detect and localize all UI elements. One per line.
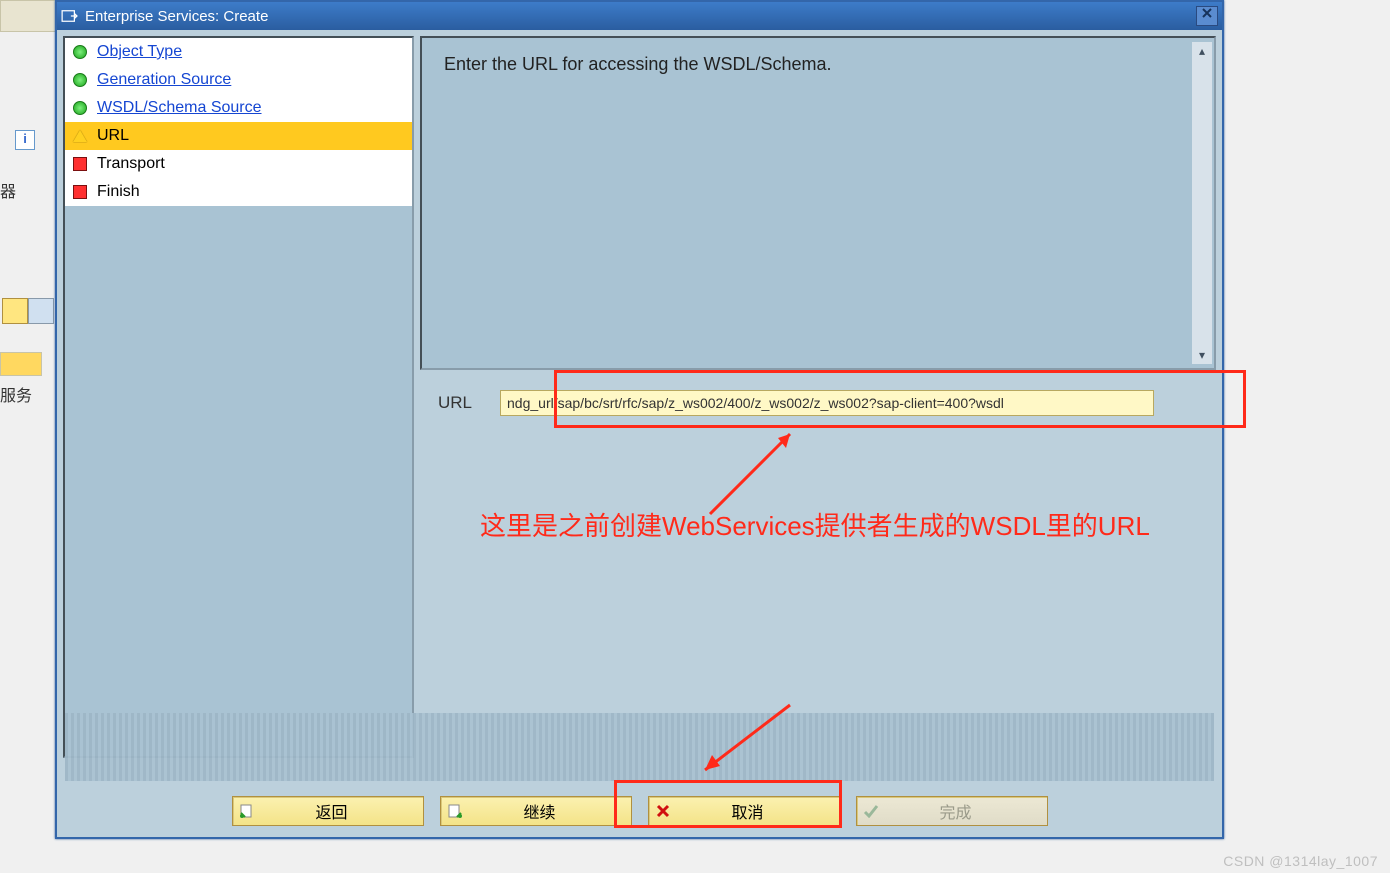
status-pending-icon <box>73 157 87 171</box>
dialog-icon <box>61 9 79 23</box>
button-label: 继续 <box>469 799 631 823</box>
bg-highlight <box>0 352 42 376</box>
info-icon: i <box>15 130 35 150</box>
step-label: URL <box>97 127 129 145</box>
instruction-text: Enter the URL for accessing the WSDL/Sch… <box>444 54 832 74</box>
back-icon <box>237 801 257 821</box>
step-label: Generation Source <box>97 71 231 89</box>
url-label: URL <box>438 393 472 413</box>
scroll-up-icon[interactable]: ▴ <box>1193 42 1211 60</box>
continue-icon <box>445 801 465 821</box>
bg-toolbar <box>0 0 57 32</box>
status-complete-icon <box>73 101 87 115</box>
url-input[interactable] <box>500 390 1154 416</box>
scroll-down-icon[interactable]: ▾ <box>1193 346 1211 364</box>
dialog-enterprise-services-create: Enterprise Services: Create Object Type … <box>55 0 1224 839</box>
button-bar: 返回 继续 取消 完成 <box>57 791 1222 831</box>
step-generation-source[interactable]: Generation Source <box>65 66 412 94</box>
bg-label-1: 器 <box>0 178 16 202</box>
status-current-icon <box>73 130 87 142</box>
title-bar: Enterprise Services: Create <box>57 2 1222 30</box>
status-pending-icon <box>73 185 87 199</box>
cancel-button[interactable]: 取消 <box>648 796 840 826</box>
instruction-panel: Enter the URL for accessing the WSDL/Sch… <box>420 36 1216 370</box>
step-label: WSDL/Schema Source <box>97 99 262 117</box>
continue-button[interactable]: 继续 <box>440 796 632 826</box>
step-wsdl-schema-source[interactable]: WSDL/Schema Source <box>65 94 412 122</box>
cancel-icon <box>653 801 673 821</box>
close-button[interactable] <box>1196 6 1218 26</box>
watermark: CSDN @1314lay_1007 <box>1223 853 1378 869</box>
finish-icon <box>861 801 881 821</box>
finish-button: 完成 <box>856 796 1048 826</box>
bg-binoculars-icon <box>28 298 54 324</box>
status-complete-icon <box>73 73 87 87</box>
step-label: Object Type <box>97 43 182 61</box>
scrollbar[interactable]: ▴ ▾ <box>1192 42 1212 364</box>
button-label: 取消 <box>677 799 839 823</box>
button-label: 完成 <box>885 799 1047 823</box>
step-transport: Transport <box>65 150 412 178</box>
bg-label-2: 服务 <box>0 382 32 406</box>
bg-tool-icon <box>2 298 28 324</box>
step-finish: Finish <box>65 178 412 206</box>
step-label: Transport <box>97 155 165 173</box>
dialog-title: Enterprise Services: Create <box>85 8 1196 25</box>
decorative-texture <box>65 713 1214 781</box>
form-panel: URL <box>420 376 1216 758</box>
step-url[interactable]: URL <box>65 122 412 150</box>
step-object-type[interactable]: Object Type <box>65 38 412 66</box>
wizard-step-list: Object Type Generation Source WSDL/Schem… <box>63 36 414 758</box>
step-label: Finish <box>97 183 140 201</box>
back-button[interactable]: 返回 <box>232 796 424 826</box>
status-complete-icon <box>73 45 87 59</box>
button-label: 返回 <box>261 799 423 823</box>
